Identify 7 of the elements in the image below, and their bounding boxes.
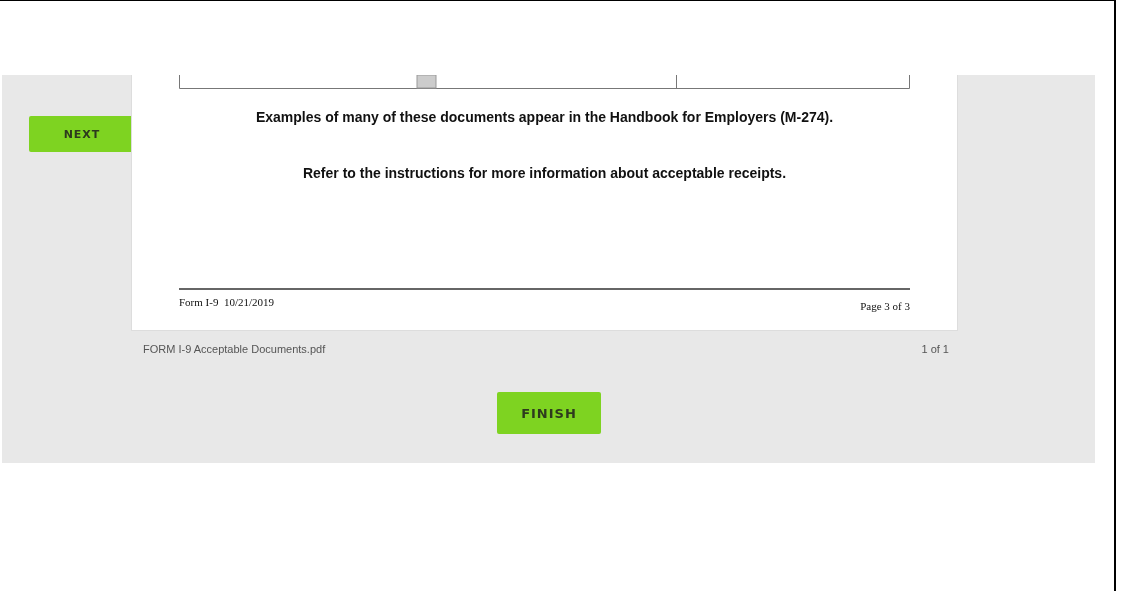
document-note: Examples of many of these documents appear in the Handbook for Employers (M-274). [254,109,835,125]
document-note: Refer to the instructions for more information about acceptable receipts. [301,165,788,181]
file-name: FORM I-9 Acceptable Documents.pdf [143,343,326,355]
page-count: 1 of 1 [921,343,949,355]
page-number: Page 3 of 3 [860,300,910,312]
finish-button[interactable]: FINISH [497,392,601,434]
form-version: Form I-9 10/21/2019 [179,296,275,310]
